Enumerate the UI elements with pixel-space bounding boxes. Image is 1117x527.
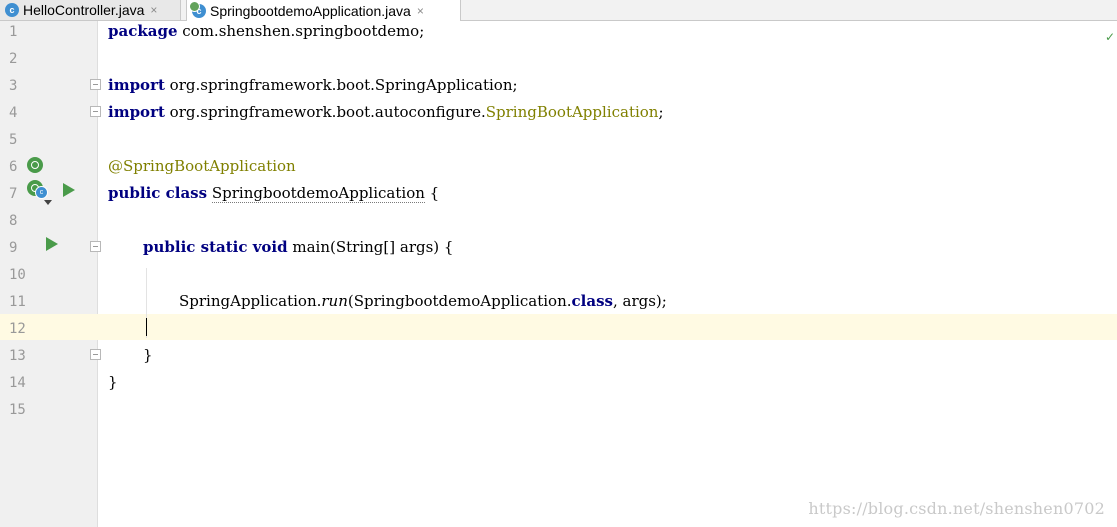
line-number: 3 [9, 78, 18, 94]
annotation-text: SpringBootApplication [485, 103, 659, 121]
code-text: (SpringbootdemoApplication. [347, 292, 572, 310]
line-number: 14 [9, 375, 26, 391]
keyword: import [108, 76, 165, 94]
code-text: SpringApplication. [179, 292, 322, 310]
run-icon[interactable] [63, 183, 75, 197]
code-text: } [143, 346, 153, 364]
check-icon: ✓ [1104, 30, 1115, 44]
code-text: main(String[] args) { [287, 238, 454, 256]
code-line-11[interactable]: SpringApplication.run(SpringbootdemoAppl… [179, 292, 667, 310]
fold-marker[interactable] [90, 79, 101, 90]
code-line-4[interactable]: import org.springframework.boot.autoconf… [108, 103, 664, 121]
line-number: 4 [9, 105, 18, 121]
class-icon: c [5, 3, 19, 17]
line-number: 8 [9, 213, 18, 229]
code-text: , args); [612, 292, 667, 310]
tab-hello-controller[interactable]: c HelloController.java × [0, 0, 181, 20]
code-line-13[interactable]: } [143, 346, 153, 364]
line-number: 5 [9, 132, 18, 148]
code-line-6[interactable]: @SpringBootApplication [108, 157, 296, 175]
close-icon[interactable]: × [150, 3, 157, 17]
tab-label: HelloController.java [23, 2, 145, 18]
method-name: run [321, 292, 348, 310]
fold-marker[interactable] [90, 241, 101, 252]
line-number: 1 [9, 24, 18, 40]
code-line-1[interactable]: package com.shenshen.springbootdemo; [108, 22, 424, 40]
keyword: public class [108, 184, 208, 202]
code-line-14[interactable]: } [108, 373, 118, 391]
watermark: https://blog.csdn.net/shenshen0702 [808, 499, 1105, 518]
spring-bean-icon[interactable] [27, 157, 43, 173]
code-text: org.springframework.boot.autoconfigure. [164, 103, 486, 121]
fold-marker[interactable] [90, 349, 101, 360]
code-text: ; [658, 103, 664, 121]
chevron-down-icon[interactable] [44, 200, 52, 205]
spring-boot-class-icon: c [189, 0, 206, 18]
line-number: 11 [9, 294, 26, 310]
code-text: } [108, 373, 118, 391]
fold-marker[interactable] [90, 106, 101, 117]
code-editor[interactable] [98, 21, 1117, 527]
code-text: com.shenshen.springbootdemo; [177, 22, 425, 40]
code-text: { [424, 184, 440, 202]
keyword: public static void [143, 238, 288, 256]
code-line-7[interactable]: public class SpringbootdemoApplication { [108, 184, 440, 203]
class-badge-icon: c [35, 186, 48, 199]
line-number: 13 [9, 348, 26, 364]
keyword: import [108, 103, 165, 121]
line-number: 9 [9, 240, 18, 256]
line-number: 2 [9, 51, 18, 67]
code-line-3[interactable]: import org.springframework.boot.SpringAp… [108, 76, 518, 94]
annotation-text: @SpringBootApplication [108, 157, 296, 175]
keyword: package [108, 22, 178, 40]
code-text: org.springframework.boot.SpringApplicati… [164, 76, 518, 94]
keyword: class [571, 292, 613, 310]
class-name: SpringbootdemoApplication [211, 184, 425, 203]
line-number: 10 [9, 267, 26, 283]
current-line-highlight [0, 314, 1117, 340]
text-cursor [146, 318, 147, 336]
close-icon[interactable]: × [417, 4, 424, 18]
tab-springbootdemo-application[interactable]: c SpringbootdemoApplication.java × [186, 0, 461, 21]
line-number: 12 [9, 321, 26, 337]
line-number: 15 [9, 402, 26, 418]
tab-label: SpringbootdemoApplication.java [210, 2, 411, 19]
editor-tab-bar: c HelloController.java × c Springbootdem… [0, 0, 1117, 21]
code-line-9[interactable]: public static void main(String[] args) { [143, 238, 453, 256]
run-icon[interactable] [46, 237, 58, 251]
